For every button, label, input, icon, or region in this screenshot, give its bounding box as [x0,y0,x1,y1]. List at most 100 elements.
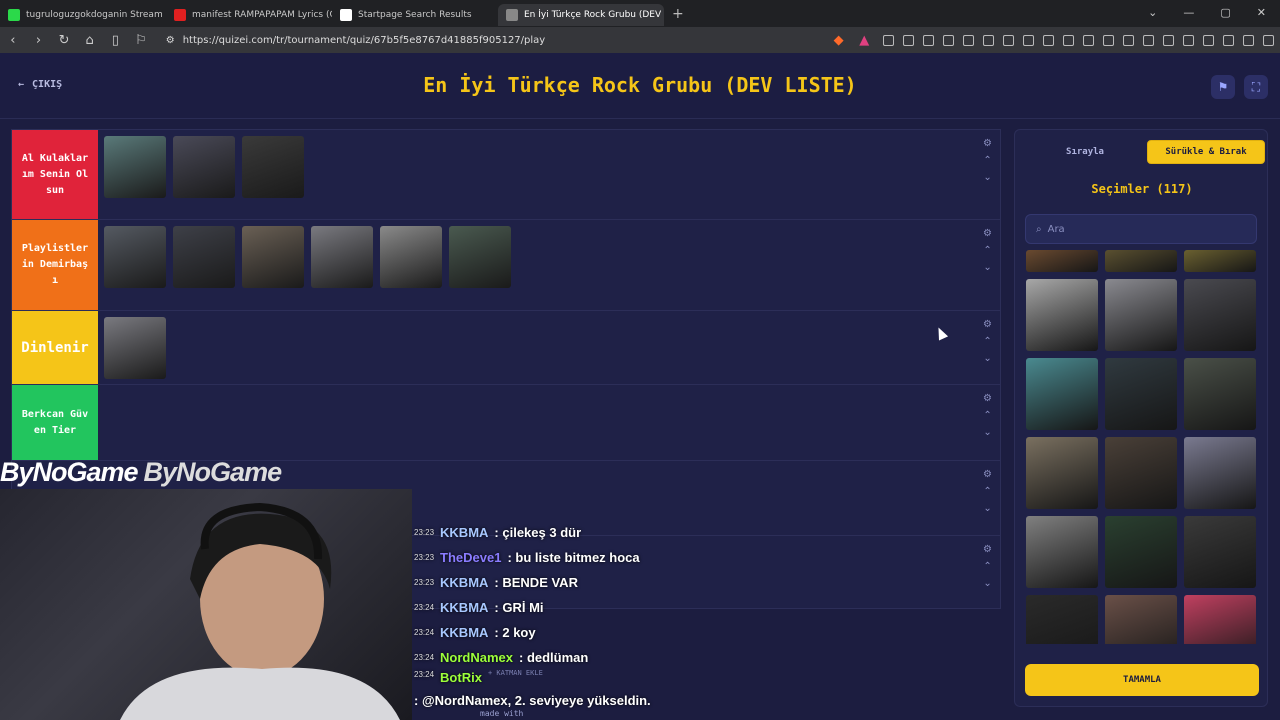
reload-icon[interactable]: ↻ [57,33,71,48]
tab-list-icon[interactable]: ⌄ [1148,6,1157,19]
mode-ordered-button[interactable]: Sırayla [1027,140,1143,164]
extension-icon[interactable] [1103,34,1114,46]
browser-tab[interactable]: Startpage Search Results [332,4,498,26]
leo-icon[interactable] [1223,34,1234,46]
wallet-icon[interactable] [1203,34,1214,46]
chat-message: 23:23 KKBMA: BENDE VAR [414,570,1004,595]
address-bar[interactable]: ⚙ https://quizei.com/tr/tournament/quiz/… [160,30,820,50]
tier-settings-icon[interactable]: ⚙ [983,228,992,239]
extension-icon[interactable] [883,34,894,46]
tier-label[interactable]: Berkcan Güven Tier [12,385,98,460]
browser-tab-bar: tugruloguzgokdoganin Stream - Wat manife… [0,0,1280,27]
extension-icon[interactable] [903,34,914,46]
music-icon[interactable] [1163,34,1174,46]
site-info-icon[interactable]: ⚙ [166,35,175,46]
move-up-icon[interactable]: ⌃ [983,336,991,347]
search-input[interactable]: ⌕ Ara [1025,214,1257,244]
sidebar-icon[interactable]: ▯ [109,33,123,48]
band-thumbnail[interactable] [173,136,235,198]
extension-icon[interactable] [1063,34,1074,46]
tier-label[interactable]: Dinlenir [12,311,98,384]
code-icon[interactable] [1143,34,1154,46]
minimize-icon[interactable]: — [1183,6,1194,19]
tier-settings-icon[interactable]: ⚙ [983,393,992,404]
close-icon[interactable]: ✕ [1257,6,1266,19]
selection-thumbnail[interactable] [1026,437,1098,509]
tier-settings-icon[interactable]: ⚙ [983,469,992,480]
selection-thumbnail[interactable] [1105,358,1177,430]
selection-thumbnail[interactable] [1105,279,1177,351]
selection-thumbnail[interactable] [1105,437,1177,509]
band-thumbnail[interactable] [449,226,511,288]
chat-username: KKBMA [440,600,489,615]
extension-icon[interactable] [943,34,954,46]
forward-icon[interactable]: › [32,33,46,48]
move-down-icon[interactable]: ⌄ [983,353,991,364]
selection-thumbnail[interactable] [1184,279,1256,351]
selection-thumbnail[interactable] [1105,250,1177,272]
selection-thumbnail[interactable] [1184,516,1256,588]
report-flag-button[interactable]: ⚑ [1211,75,1235,99]
selection-thumbnail[interactable] [1105,595,1177,644]
complete-button[interactable]: TAMAMLA [1025,664,1259,696]
tier-controls: ⚙ ⌃ ⌄ [983,393,992,438]
selection-thumbnail[interactable] [1026,279,1098,351]
quizei-icon [506,9,518,21]
tier-controls: ⚙ ⌃ ⌄ [983,228,992,273]
tier-settings-icon[interactable]: ⚙ [983,319,992,330]
browser-tab[interactable]: tugruloguzgokdoganin Stream - Wat [0,4,166,26]
vpn-icon[interactable] [1243,34,1254,46]
print-icon[interactable] [1023,34,1034,46]
band-thumbnail[interactable] [311,226,373,288]
link-icon[interactable] [1083,34,1094,46]
brave-shield-icon[interactable]: ◆ [832,33,846,48]
band-thumbnail[interactable] [242,226,304,288]
move-down-icon[interactable]: ⌄ [983,503,991,514]
browser-tab-active[interactable]: En İyi Türkçe Rock Grubu (DEV LİSTE) [498,4,664,26]
chat-text: : BENDE VAR [494,575,578,590]
screenshot-icon[interactable] [1043,34,1054,46]
extension-icon[interactable] [963,34,974,46]
new-tab-icon[interactable]: + [664,6,692,22]
mode-drag-drop-button[interactable]: Sürükle & Bırak [1147,140,1265,164]
trash-icon[interactable] [1003,34,1014,46]
move-up-icon[interactable]: ⌃ [983,245,991,256]
download-icon[interactable] [983,34,994,46]
bookmark-icon[interactable]: ⚐ [134,33,148,48]
band-thumbnail[interactable] [242,136,304,198]
tier-label[interactable]: Playlistlerin Demirbaşı [12,220,98,310]
selection-thumbnail[interactable] [1026,250,1098,272]
move-up-icon[interactable]: ⌃ [983,155,991,166]
band-thumbnail[interactable] [104,136,166,198]
browser-tab[interactable]: manifest RAMPAPAPAM Lyrics (Color [166,4,332,26]
back-icon[interactable]: ‹ [6,33,20,48]
sidebar-icon[interactable] [1183,34,1194,46]
move-up-icon[interactable]: ⌃ [983,410,991,421]
fullscreen-button[interactable]: ⛶ [1244,75,1268,99]
move-down-icon[interactable]: ⌄ [983,262,991,273]
move-up-icon[interactable]: ⌃ [983,486,991,497]
selection-thumbnail[interactable] [1184,358,1256,430]
move-down-icon[interactable]: ⌄ [983,427,991,438]
selection-thumbnail[interactable] [1184,595,1256,644]
home-icon[interactable]: ⌂ [83,33,97,48]
selection-thumbnail[interactable] [1105,516,1177,588]
brave-rewards-icon[interactable]: ▲ [857,33,871,48]
tier-settings-icon[interactable]: ⚙ [983,138,992,149]
selection-thumbnail[interactable] [1026,516,1098,588]
band-thumbnail[interactable] [380,226,442,288]
move-down-icon[interactable]: ⌄ [983,172,991,183]
selection-thumbnail[interactable] [1026,358,1098,430]
tier-label[interactable]: Al Kulaklarım Senin Olsun [12,130,98,219]
extension-icon[interactable] [923,34,934,46]
band-thumbnail[interactable] [104,226,166,288]
selection-thumbnail[interactable] [1026,595,1098,644]
menu-icon[interactable] [1263,34,1274,46]
band-thumbnail[interactable] [173,226,235,288]
extension-icon[interactable] [1123,34,1134,46]
selection-thumbnail[interactable] [1184,437,1256,509]
maximize-icon[interactable]: ▢ [1220,6,1230,19]
selection-thumbnail[interactable] [1184,250,1256,272]
chat-timestamp: 23:24 [414,603,435,612]
band-thumbnail[interactable] [104,317,166,379]
